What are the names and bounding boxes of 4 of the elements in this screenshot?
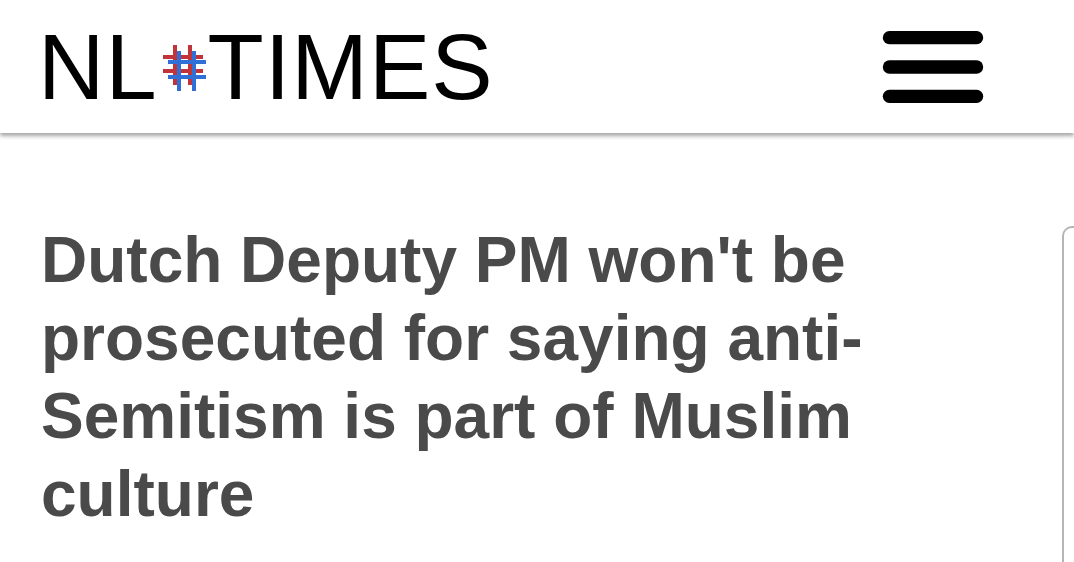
article-headline: Dutch Deputy PM won't be prosecuted for saying anti-Semitism is part of Muslim culture [41,223,864,532]
menu-icon [880,30,986,103]
site-logo[interactable]: NL TIMES [38,20,494,113]
menu-button[interactable] [880,28,986,105]
